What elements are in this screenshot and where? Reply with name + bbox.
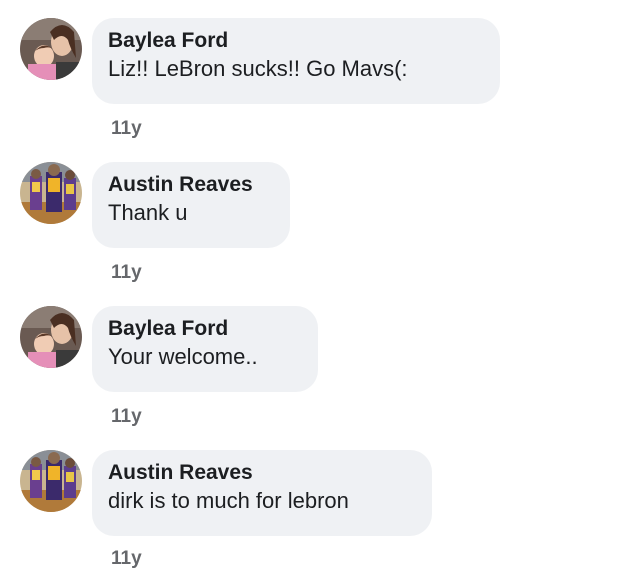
baylea-avatar-icon [20,18,82,80]
comment-bubble: Baylea Ford Your welcome.. [92,306,318,392]
avatar[interactable] [20,306,82,368]
comment-author[interactable]: Austin Reaves [108,460,414,486]
comment-author[interactable]: Austin Reaves [108,172,272,198]
comment-timestamp[interactable]: 11y [111,548,142,570]
comment-author[interactable]: Baylea Ford [108,316,300,342]
comment-author[interactable]: Baylea Ford [108,28,482,54]
comment-text: Your welcome.. [108,344,258,369]
avatar[interactable] [20,18,82,80]
avatar[interactable] [20,450,82,512]
comment-bubble: Baylea Ford Liz!! LeBron sucks!! Go Mavs… [92,18,500,104]
comment-text: dirk is to much for lebron [108,488,349,513]
comment-text: Thank u [108,200,188,225]
comment-timestamp[interactable]: 11y [111,118,142,140]
comment-text: Liz!! LeBron sucks!! Go Mavs(: [108,56,408,81]
comment-bubble: Austin Reaves dirk is to much for lebron [92,450,432,536]
austin-avatar-icon [20,162,82,224]
avatar[interactable] [20,162,82,224]
comment-bubble: Austin Reaves Thank u [92,162,290,248]
comment-timestamp[interactable]: 11y [111,262,142,284]
austin-avatar-icon [20,450,82,512]
baylea-avatar-icon [20,306,82,368]
comment-timestamp[interactable]: 11y [111,406,142,428]
